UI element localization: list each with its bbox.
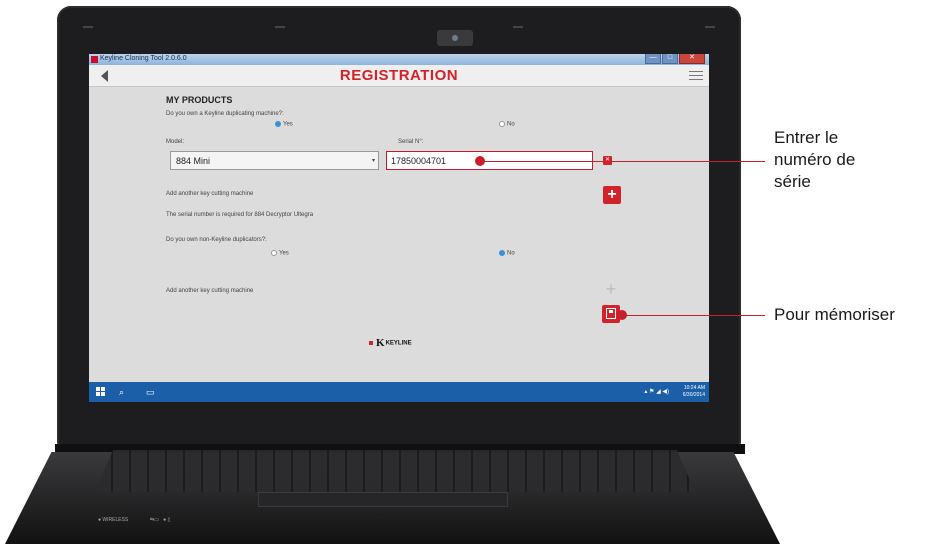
close-button[interactable]: ✕: [679, 54, 705, 64]
model-select[interactable]: 884 Mini ▾: [170, 151, 379, 170]
callout-serial-line: numéro de: [774, 150, 856, 169]
page-title: REGISTRATION: [339, 67, 459, 84]
callout-serial-line: série: [774, 172, 811, 191]
question-other-duplicators: Do you own non-Keyline duplicators?:: [166, 237, 267, 243]
callout-line-serial: [482, 161, 765, 162]
taskbar-clock[interactable]: 10:24 AM 6/30/2014: [683, 385, 705, 399]
model-label: Model:: [166, 139, 185, 145]
webcam: [437, 30, 473, 46]
bezel-mark: [705, 26, 715, 28]
logo-text: KEYLINE: [385, 340, 412, 347]
chevron-down-icon: ▾: [371, 158, 375, 164]
radio-label: No: [507, 250, 515, 257]
model-select-value: 884 Mini: [176, 156, 211, 166]
callout-serial-line: Entrer le: [774, 128, 839, 147]
clock-date: 6/30/2014: [682, 392, 705, 398]
keyline-logo: KKEYLINE: [369, 337, 412, 349]
hamburger-menu-icon[interactable]: [689, 71, 703, 83]
serial-label: Serial N°:: [398, 139, 424, 145]
laptop-screen: Keyline Cloning Tool 2.0.6.0 — □ ✕ REGIS…: [89, 54, 709, 402]
bezel-mark: [83, 26, 93, 28]
touchpad: [258, 492, 508, 507]
minimize-button[interactable]: —: [645, 54, 661, 64]
windows-start-icon[interactable]: [96, 387, 106, 397]
bezel-mark: [513, 26, 523, 28]
desktop-icon[interactable]: ▭: [146, 387, 155, 398]
logo-k-icon: K: [376, 337, 385, 349]
add-icon-disabled: +: [605, 279, 617, 299]
serial-required-note: The serial number is required for 884 De…: [166, 212, 314, 218]
radio-off-icon: [499, 121, 505, 127]
serial-number-value: 17850004701: [391, 156, 447, 166]
window-titlebar: Keyline Cloning Tool 2.0.6.0 — □ ✕: [89, 54, 709, 65]
callout-serial: Entrer le numéro de série: [774, 127, 855, 193]
wireless-label: WIRELESS: [102, 517, 129, 523]
windows-taskbar: ⌕ ▭ ▴ ⚑ ◢ ◀) 10:24 AM 6/30/2014: [89, 382, 709, 402]
question-keyline: Do you own a Keyline duplicating machine…: [166, 111, 284, 117]
add-machine-button[interactable]: +: [603, 186, 621, 204]
search-icon[interactable]: ⌕: [119, 387, 124, 398]
radio-label: Yes: [279, 250, 289, 257]
laptop-keyboard: [95, 450, 695, 492]
registration-form: MY PRODUCTS Do you own a Keyline duplica…: [89, 87, 709, 377]
system-tray[interactable]: ▴ ⚑ ◢ ◀): [644, 388, 669, 395]
radio-label: Yes: [283, 121, 293, 128]
radio-other-yes[interactable]: Yes: [271, 250, 289, 257]
wireless-indicator: ● WIRELESS: [98, 517, 129, 523]
bezel-mark: [275, 26, 285, 28]
window-title: Keyline Cloning Tool 2.0.6.0: [100, 55, 187, 62]
radio-keyline-no[interactable]: No: [499, 121, 515, 128]
callout-save: Pour mémoriser: [774, 305, 895, 324]
add-machine-label: Add another key cutting machine: [166, 288, 254, 294]
logo-mark: [369, 341, 373, 345]
radio-keyline-yes[interactable]: Yes: [275, 121, 293, 128]
radio-other-no[interactable]: No: [499, 250, 515, 257]
radio-on-icon: [275, 121, 281, 127]
app-logo-icon: [91, 56, 98, 63]
radio-on-icon: [499, 250, 505, 256]
battery-indicator-icon: ⇆▭ ● ▯: [150, 517, 171, 523]
callout-line-save: [624, 315, 765, 316]
app-header: REGISTRATION: [89, 65, 709, 87]
section-title: MY PRODUCTS: [166, 95, 233, 105]
radio-label: No: [507, 121, 515, 128]
maximize-button[interactable]: □: [662, 54, 678, 64]
radio-off-icon: [271, 250, 277, 256]
add-machine-label: Add another key cutting machine: [166, 191, 254, 197]
floppy-disk-icon: [606, 308, 616, 319]
window-controls: — □ ✕: [644, 54, 705, 64]
clock-time: 10:24 AM: [683, 385, 705, 391]
